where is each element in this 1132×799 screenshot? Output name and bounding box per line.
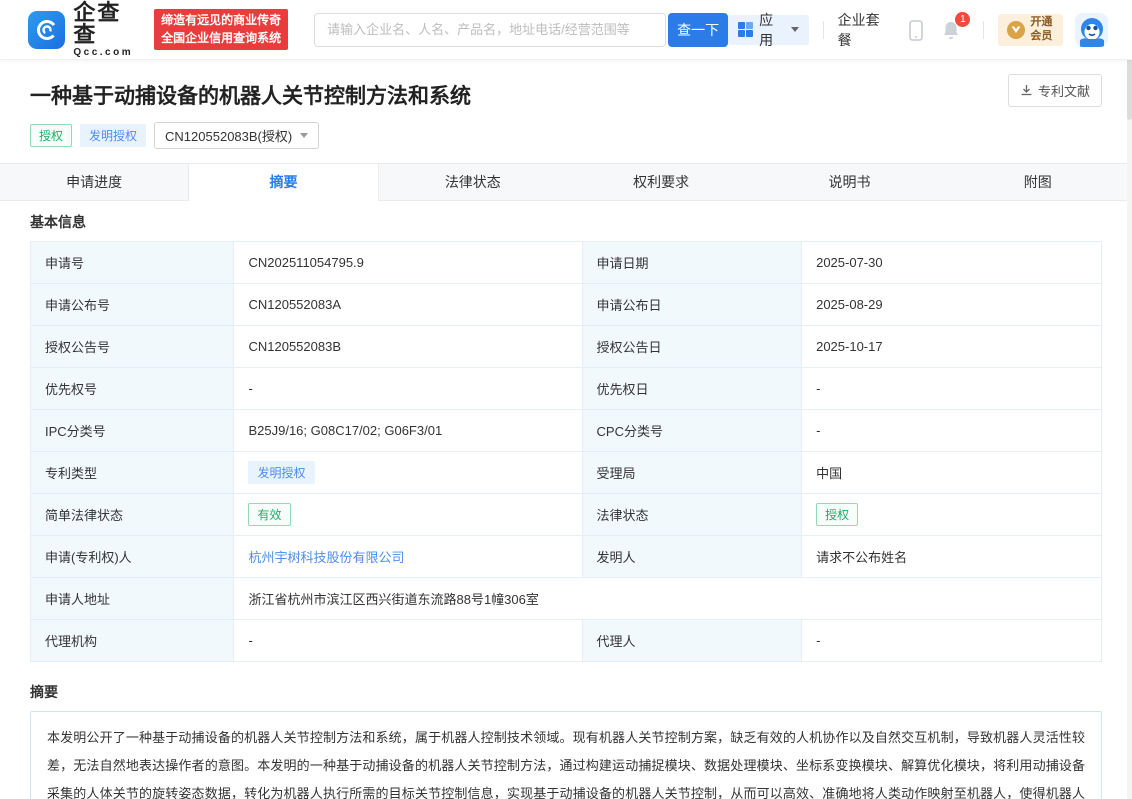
info-value: 2025-07-30 xyxy=(802,242,1102,284)
table-row: 优先权号 - 优先权日 - xyxy=(31,368,1102,410)
abstract-text: 本发明公开了一种基于动捕设备的机器人关节控制方法和系统，属于机器人控制技术领域。… xyxy=(30,711,1102,799)
info-value: - xyxy=(234,620,582,662)
info-value: 2025-10-17 xyxy=(802,326,1102,368)
info-label: 申请公布日 xyxy=(582,284,802,326)
apps-button[interactable]: 应用 xyxy=(728,15,809,45)
tab-claims[interactable]: 权利要求 xyxy=(567,164,755,200)
info-label: 优先权日 xyxy=(582,368,802,410)
apps-label: 应用 xyxy=(759,10,785,50)
info-label: 发明人 xyxy=(582,536,802,578)
table-row: 申请(专利权)人 杭州宇树科技股份有限公司 发明人 请求不公布姓名 xyxy=(31,536,1102,578)
notification-badge: 1 xyxy=(955,12,970,27)
basic-info-section-title: 基本信息 xyxy=(0,201,1132,241)
info-label: 申请号 xyxy=(31,242,234,284)
info-value: CN120552083B xyxy=(234,326,582,368)
info-label: 授权公告日 xyxy=(582,326,802,368)
logo-name-en: Qcc.com xyxy=(73,48,144,58)
patent-type-badge: 发明授权 xyxy=(80,124,146,147)
brand-slogan: 缔造有远见的商业传奇 全国企业信用查询系统 xyxy=(154,9,288,50)
info-label: 代理机构 xyxy=(31,620,234,662)
basic-info-table: 申请号 CN202511054795.9 申请日期 2025-07-30 申请公… xyxy=(30,241,1102,662)
info-value: 杭州宇树科技股份有限公司 xyxy=(234,536,582,578)
divider xyxy=(823,21,824,39)
table-row: IPC分类号 B25J9/16; G08C17/02; G06F3/01 CPC… xyxy=(31,410,1102,452)
table-row: 专利类型 发明授权 受理局 中国 xyxy=(31,452,1102,494)
divider xyxy=(983,21,984,39)
search-bar: 查一下 xyxy=(314,13,728,47)
info-value: 有效 xyxy=(234,494,582,536)
info-value: CN120552083A xyxy=(234,284,582,326)
table-row: 申请人地址 浙江省杭州市滨江区西兴街道东流路88号1幢306室 xyxy=(31,578,1102,620)
download-icon xyxy=(1020,84,1033,97)
status-badge: 授权 xyxy=(816,503,858,526)
mobile-app-button[interactable] xyxy=(907,18,925,42)
qcc-logo-icon xyxy=(28,11,65,49)
tab-application-progress[interactable]: 申请进度 xyxy=(0,164,188,200)
info-label: 申请公布号 xyxy=(31,284,234,326)
table-row: 申请号 CN202511054795.9 申请日期 2025-07-30 xyxy=(31,242,1102,284)
info-value: - xyxy=(802,410,1102,452)
vip-upgrade-button[interactable]: 开通会员 xyxy=(998,14,1063,46)
user-avatar[interactable] xyxy=(1075,13,1108,47)
info-value: 发明授权 xyxy=(234,452,582,494)
table-row: 授权公告号 CN120552083B 授权公告日 2025-10-17 xyxy=(31,326,1102,368)
qcc-logo[interactable]: 企查查 Qcc.com xyxy=(28,2,144,58)
info-value: 2025-08-29 xyxy=(802,284,1102,326)
info-value: 浙江省杭州市滨江区西兴街道东流路88号1幢306室 xyxy=(234,578,1102,620)
patent-type-badge: 发明授权 xyxy=(248,461,314,484)
logo-name-cn: 企查查 xyxy=(73,2,144,46)
info-label: 简单法律状态 xyxy=(31,494,234,536)
info-label: 受理局 xyxy=(582,452,802,494)
patent-document-download-button[interactable]: 专利文献 xyxy=(1008,74,1102,107)
header: 企查查 Qcc.com 缔造有远见的商业传奇 全国企业信用查询系统 查一下 应用… xyxy=(0,0,1132,60)
info-label: 申请日期 xyxy=(582,242,802,284)
table-row: 申请公布号 CN120552083A 申请公布日 2025-08-29 xyxy=(31,284,1102,326)
info-value: B25J9/16; G08C17/02; G06F3/01 xyxy=(234,410,582,452)
tab-specification[interactable]: 说明书 xyxy=(755,164,943,200)
status-badge: 授权 xyxy=(30,124,72,147)
main-content: 一种基于动捕设备的机器人关节控制方法和系统 专利文献 授权 发明授权 CN120… xyxy=(0,60,1132,799)
abstract-section-title: 摘要 xyxy=(0,662,1132,711)
chevron-down-icon xyxy=(791,27,799,32)
info-value: CN202511054795.9 xyxy=(234,242,582,284)
phone-icon xyxy=(907,18,925,42)
info-value: - xyxy=(234,368,582,410)
info-value: 中国 xyxy=(802,452,1102,494)
vip-label: 开通会员 xyxy=(1030,16,1054,42)
search-button[interactable]: 查一下 xyxy=(668,13,728,47)
table-row: 代理机构 - 代理人 - xyxy=(31,620,1102,662)
search-input[interactable] xyxy=(314,13,666,47)
info-label: 授权公告号 xyxy=(31,326,234,368)
tab-legal-status[interactable]: 法律状态 xyxy=(379,164,567,200)
info-label: 申请(专利权)人 xyxy=(31,536,234,578)
tab-bar: 申请进度 摘要 法律状态 权利要求 说明书 附图 xyxy=(0,163,1132,201)
applicant-company-link[interactable]: 杭州宇树科技股份有限公司 xyxy=(248,550,404,565)
info-label: 代理人 xyxy=(582,620,802,662)
info-value: 授权 xyxy=(802,494,1102,536)
vip-v-icon xyxy=(1007,21,1025,39)
info-label: 优先权号 xyxy=(31,368,234,410)
info-value: - xyxy=(802,368,1102,410)
info-label: IPC分类号 xyxy=(31,410,234,452)
info-label: CPC分类号 xyxy=(582,410,802,452)
apps-grid-icon xyxy=(738,22,753,37)
info-value: - xyxy=(802,620,1102,662)
chevron-down-icon xyxy=(300,133,308,138)
tab-figures[interactable]: 附图 xyxy=(944,164,1132,200)
info-label: 专利类型 xyxy=(31,452,234,494)
info-label: 法律状态 xyxy=(582,494,802,536)
enterprise-package-link[interactable]: 企业套餐 xyxy=(838,10,892,50)
qcc-ring-icon xyxy=(34,17,60,43)
status-badge: 有效 xyxy=(248,503,290,526)
penguin-mascot-icon xyxy=(1075,13,1108,47)
tab-abstract[interactable]: 摘要 xyxy=(188,164,378,201)
patent-number-select[interactable]: CN120552083B(授权) xyxy=(154,122,319,149)
scrollbar[interactable] xyxy=(1127,0,1132,799)
notification-button[interactable]: 1 xyxy=(941,19,961,41)
info-label: 申请人地址 xyxy=(31,578,234,620)
table-row: 简单法律状态 有效 法律状态 授权 xyxy=(31,494,1102,536)
patent-title: 一种基于动捕设备的机器人关节控制方法和系统 xyxy=(30,80,1102,110)
info-value: 请求不公布姓名 xyxy=(802,536,1102,578)
